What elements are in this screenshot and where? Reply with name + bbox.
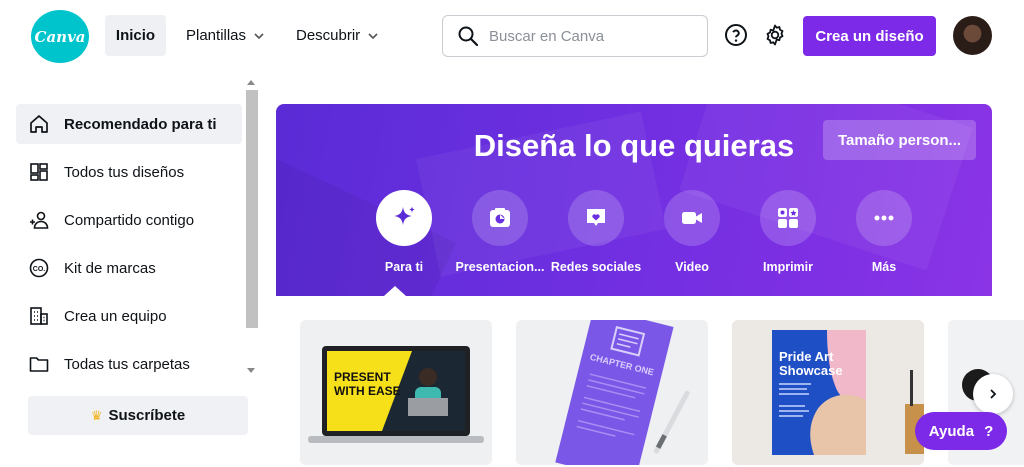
create-design-button[interactable]: Crea un diseño [803, 16, 936, 56]
category-label: Imprimir [762, 260, 813, 274]
scroll-down-icon[interactable] [247, 368, 255, 373]
home-icon [30, 115, 48, 133]
search-bar[interactable] [442, 15, 708, 57]
category-label: Redes sociales [550, 260, 642, 274]
category-print[interactable]: Imprimir [738, 190, 838, 274]
category-label: Video [675, 260, 709, 274]
video-icon [682, 212, 702, 224]
logo-text: Canva [34, 27, 86, 46]
brand-kit-icon: CO. [29, 258, 49, 278]
custom-size-button[interactable]: Tamaño person... [823, 120, 976, 160]
sidebar-item-all-designs[interactable]: Todos tus diseños [16, 152, 242, 192]
sidebar-item-label: Todos tus diseños [64, 163, 185, 181]
heart-icon [587, 209, 605, 226]
sidebar-item-shared[interactable]: Compartido contigo [16, 200, 242, 240]
category-circle [760, 190, 816, 246]
sidebar: Recomendado para ti Todos tus diseños Co… [0, 72, 260, 467]
chevron-down-icon [368, 32, 378, 39]
sidebar-fade [0, 374, 244, 382]
category-for-you[interactable]: Para ti [354, 190, 454, 274]
help-icon[interactable] [723, 22, 749, 48]
category-more[interactable]: Más [834, 190, 934, 274]
category-circle [664, 190, 720, 246]
hero-banner: Diseña lo que quieras Tamaño person... P… [276, 104, 992, 296]
category-presentations[interactable]: Presentacion... [450, 190, 550, 274]
help-button[interactable]: Ayuda ? [915, 412, 1007, 450]
help-label: Ayuda [928, 422, 975, 440]
chevron-down-icon [254, 32, 264, 39]
avatar[interactable] [953, 16, 992, 55]
nav-templates-button[interactable]: Plantillas [186, 15, 266, 56]
scroll-up-icon[interactable] [247, 80, 255, 85]
category-circle [472, 190, 528, 246]
presentation-template-card[interactable]: PRESENT WITH EASE [300, 320, 492, 465]
carousel-next-button[interactable] [973, 374, 1013, 414]
sidebar-item-label: Recomendado para ti [64, 115, 217, 133]
design-categories: Para ti Presentacion... Redes sociales V… [360, 190, 920, 290]
sidebar-item-brand-kit[interactable]: CO. Kit de marcas [16, 248, 242, 288]
sidebar-item-label: Crea un equipo [64, 307, 167, 325]
category-label: Para ti [384, 260, 424, 274]
sidebar-scrollbar[interactable] [244, 76, 258, 380]
document-template-card[interactable]: CHAPTER ONE [516, 320, 708, 465]
subscribe-label: Suscríbete [108, 407, 186, 424]
settings-icon[interactable] [762, 22, 788, 48]
svg-text:WITH EASE: WITH EASE [334, 384, 401, 398]
category-video[interactable]: Video [642, 190, 742, 274]
print-icon [778, 208, 798, 228]
svg-text:Pride Art: Pride Art [779, 349, 834, 364]
subscribe-button[interactable]: ♛ Suscríbete [28, 396, 248, 435]
more-icon [874, 215, 894, 221]
laptop-image: PRESENT WITH EASE [300, 320, 492, 465]
nav-templates-label: Plantillas [186, 27, 247, 44]
category-circle [376, 190, 432, 246]
top-bar: Canva Inicio Plantillas Descubrir Crea u… [0, 0, 1024, 72]
sidebar-item-label: Kit de marcas [64, 259, 156, 277]
category-circle [856, 190, 912, 246]
sidebar-item-create-team[interactable]: Crea un equipo [16, 296, 242, 336]
category-label: Más [871, 260, 897, 274]
canva-logo[interactable]: Canva [31, 10, 89, 63]
nav-discover-button[interactable]: Descubrir [296, 15, 380, 56]
sidebar-item-label: Todas tus carpetas [64, 355, 190, 373]
sidebar-nav: Recomendado para ti Todos tus diseños Co… [16, 104, 242, 392]
building-icon [30, 307, 48, 325]
svg-text:PRESENT: PRESENT [334, 370, 391, 384]
category-circle [568, 190, 624, 246]
svg-text:CO.: CO. [33, 266, 46, 273]
document-image: CHAPTER ONE [516, 320, 708, 465]
chevron-right-icon [990, 389, 997, 399]
nav-home-button[interactable]: Inicio [105, 15, 166, 56]
sparkle-icon [394, 206, 415, 225]
poster-image: Pride Art Showcase [732, 320, 924, 465]
crown-icon: ♛ [90, 407, 103, 423]
help-question-mark: ? [984, 422, 994, 440]
poster-template-card[interactable]: Pride Art Showcase [732, 320, 924, 465]
grid-icon [30, 163, 48, 181]
scrollbar-thumb[interactable] [246, 90, 258, 328]
presentation-icon [490, 208, 510, 227]
people-icon [30, 211, 49, 229]
search-input[interactable] [489, 27, 689, 45]
category-label: Presentacion... [455, 260, 545, 274]
template-carousel: PRESENT WITH EASE CHAPTER ONE Pride Art … [300, 320, 1024, 467]
sidebar-item-recommended[interactable]: Recomendado para ti [16, 104, 242, 144]
active-category-pointer [384, 286, 406, 296]
folder-icon [29, 357, 49, 372]
category-social-media[interactable]: Redes sociales [546, 190, 646, 274]
main-content: Diseña lo que quieras Tamaño person... P… [260, 72, 1024, 467]
nav-discover-label: Descubrir [296, 27, 361, 44]
sidebar-item-label: Compartido contigo [64, 211, 195, 229]
svg-text:Showcase: Showcase [779, 363, 843, 378]
search-icon [458, 26, 479, 47]
